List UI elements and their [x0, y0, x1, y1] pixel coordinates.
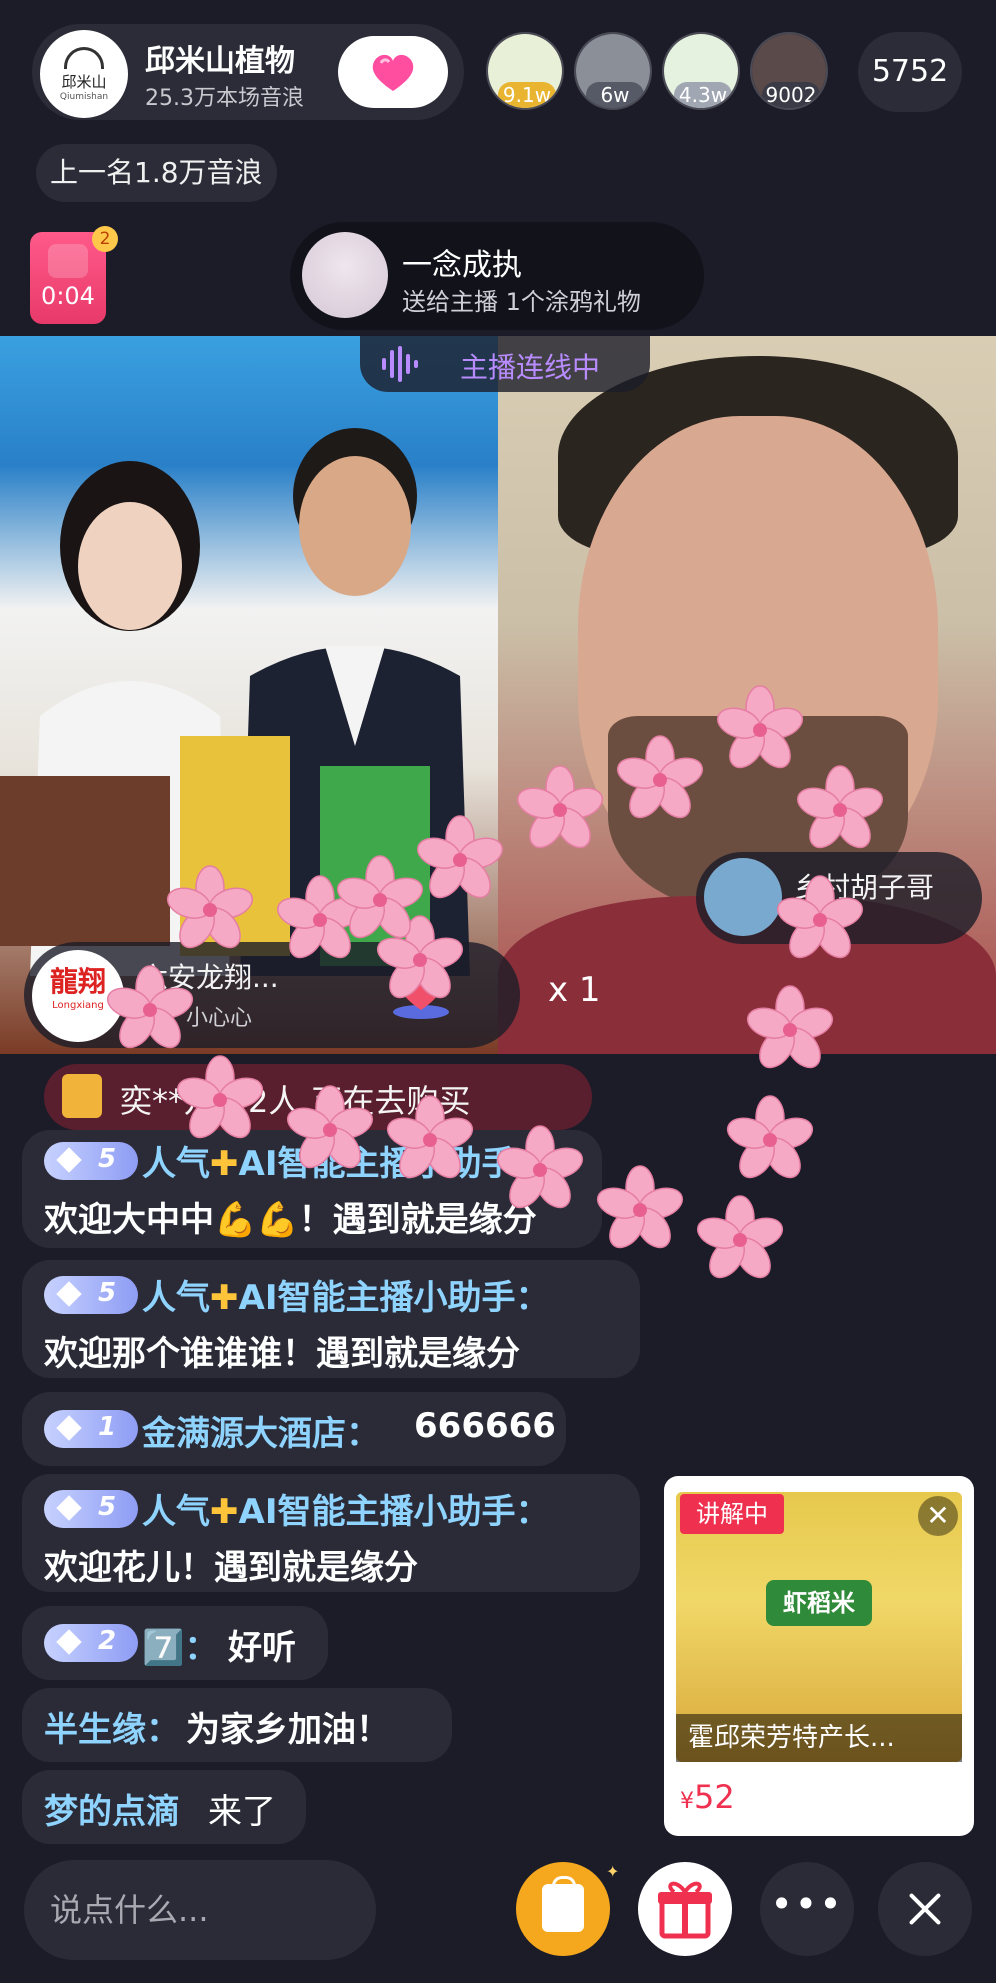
- chat-username: 人气✚AI智能主播小助手：: [142, 1136, 549, 1185]
- host-logo-en: Qiumishan: [59, 91, 109, 102]
- product-price: ¥52: [680, 1778, 735, 1816]
- host-sound-wave-count: 25.3万本场音浪: [145, 86, 304, 111]
- price-value: 52: [694, 1778, 735, 1816]
- left-host-logo-en: Longxiang: [52, 1000, 104, 1011]
- username-prefix: 人气: [142, 1278, 210, 1318]
- petal: [693, 1195, 787, 1285]
- viewer-1-badge: 9.1w: [498, 82, 556, 108]
- level-number: 2: [98, 1626, 117, 1656]
- left-host-name: 六安龙翔...: [140, 961, 279, 994]
- guest-name: 乡村胡子哥: [794, 871, 935, 904]
- timer-text: 0:04: [41, 282, 95, 310]
- plus-icon: ✚: [210, 1492, 239, 1532]
- username-suffix: AI智能主播小助手：: [238, 1144, 550, 1184]
- gift-sender-avatar[interactable]: [302, 232, 388, 318]
- diamond-icon: [56, 1281, 82, 1307]
- host-avatar[interactable]: 邱米山 Qiumishan: [40, 30, 128, 118]
- chat-text: 欢迎那个谁谁谁！遇到就是缘分: [44, 1334, 520, 1374]
- gift-icon: [658, 1881, 712, 1939]
- diamond-icon: [56, 1495, 82, 1521]
- host-logo-text: 邱米山: [61, 72, 107, 91]
- username-prefix: 人气: [142, 1144, 210, 1184]
- currency-symbol: ¥: [680, 1789, 694, 1814]
- small-heart-icon: [393, 969, 449, 1019]
- shopping-bag-icon: [62, 1074, 102, 1118]
- level-badge: 5: [44, 1490, 138, 1528]
- timer-count-badge: 2: [92, 226, 118, 252]
- comment-input[interactable]: 说点什么...: [24, 1860, 376, 1960]
- plus-icon: ✚: [210, 1278, 239, 1318]
- follow-button[interactable]: [338, 36, 448, 108]
- product-green-bag: [320, 766, 430, 966]
- viewer-count[interactable]: 5752: [858, 32, 962, 112]
- level-number: 5: [98, 1144, 117, 1174]
- chat-username: 7️⃣：: [142, 1628, 219, 1668]
- red-packet-icon: [48, 244, 88, 278]
- sparkle-icon: ✦: [606, 1862, 620, 1881]
- viewer-3-badge: 4.3w: [674, 82, 732, 108]
- gift-button[interactable]: [638, 1862, 732, 1956]
- gift-message: 送给主播 1个涂鸦礼物: [402, 288, 641, 316]
- shopping-bag-icon: [542, 1876, 584, 1932]
- sound-wave-icon: [382, 346, 418, 382]
- top-viewer-avatar-2[interactable]: 6w: [574, 32, 652, 110]
- diamond-icon: [56, 1629, 82, 1655]
- rank-pill[interactable]: 上一名1.8万音浪: [36, 144, 277, 202]
- close-icon[interactable]: ✕: [918, 1496, 958, 1536]
- top-viewer-avatar-3[interactable]: 4.3w: [662, 32, 740, 110]
- level-badge: 5: [44, 1142, 138, 1180]
- product-tea-box: [0, 776, 170, 946]
- guest-avatar[interactable]: [704, 858, 782, 936]
- chat-username: 金满源大酒店：: [142, 1414, 380, 1454]
- close-live-button[interactable]: [878, 1862, 972, 1956]
- shop-button[interactable]: [516, 1862, 610, 1956]
- top-viewer-avatar-1[interactable]: 9.1w: [486, 32, 564, 110]
- host-logo-icon: [64, 46, 104, 69]
- host-name: 邱米山植物: [145, 44, 295, 79]
- purchase-notice-text: 奕**儿等2人 正在去购买: [120, 1082, 471, 1120]
- gift-multiplier: x 1: [548, 970, 601, 1010]
- petal: [723, 1095, 817, 1185]
- viewer-2-badge: 6w: [586, 82, 644, 108]
- username-suffix: AI智能主播小助手：: [238, 1278, 550, 1318]
- top-viewer-avatar-4[interactable]: 9002: [750, 32, 828, 110]
- chat-text: 欢迎花儿！遇到就是缘分: [44, 1548, 418, 1588]
- chat-text: 来了: [208, 1792, 276, 1832]
- petal: [593, 1165, 687, 1255]
- left-host-logo-cn: 龍翔: [49, 965, 106, 998]
- guest-video[interactable]: [498, 336, 996, 1054]
- left-host-avatar[interactable]: 龍翔 Longxiang: [32, 950, 124, 1042]
- more-button[interactable]: •••: [760, 1862, 854, 1956]
- chat-text: 好听: [228, 1628, 296, 1668]
- username-suffix: AI智能主播小助手：: [238, 1492, 550, 1532]
- connect-status-text: 主播连线中: [460, 351, 601, 384]
- plus-icon: ✚: [210, 1144, 239, 1184]
- product-title: 霍邱荣芳特产长...: [676, 1714, 962, 1762]
- chat-username: 人气✚AI智能主播小助手：: [142, 1270, 549, 1319]
- chat-text: 666666: [414, 1406, 556, 1446]
- product-rice-bag: [180, 736, 290, 956]
- product-card[interactable]: 虾稻米 讲解中 ✕ 霍邱荣芳特产长... ¥52: [664, 1476, 974, 1836]
- product-label: 虾稻米: [766, 1580, 872, 1626]
- username-prefix: 人气: [142, 1492, 210, 1532]
- left-host-gift-label: 小心心: [186, 1006, 253, 1031]
- level-number: 5: [98, 1492, 117, 1522]
- level-badge: 1: [44, 1410, 138, 1448]
- level-badge: 5: [44, 1276, 138, 1314]
- chat-username: 半生缘：: [44, 1710, 180, 1750]
- gift-sender-name: 一念成执: [402, 248, 522, 283]
- chat-username: 梦的点滴: [44, 1792, 180, 1832]
- viewer-4-badge: 9002: [762, 82, 820, 108]
- level-number: 1: [98, 1412, 117, 1442]
- level-badge: 2: [44, 1624, 138, 1662]
- explaining-tag: 讲解中: [680, 1494, 784, 1534]
- chat-username: 人气✚AI智能主播小助手：: [142, 1484, 549, 1533]
- chat-text: 欢迎大中中💪💪！遇到就是缘分: [44, 1200, 537, 1240]
- diamond-icon: [56, 1147, 82, 1173]
- level-number: 5: [98, 1278, 117, 1308]
- heart-icon: [372, 54, 414, 91]
- chat-text: 为家乡加油！: [186, 1710, 390, 1750]
- diamond-icon: [56, 1415, 82, 1441]
